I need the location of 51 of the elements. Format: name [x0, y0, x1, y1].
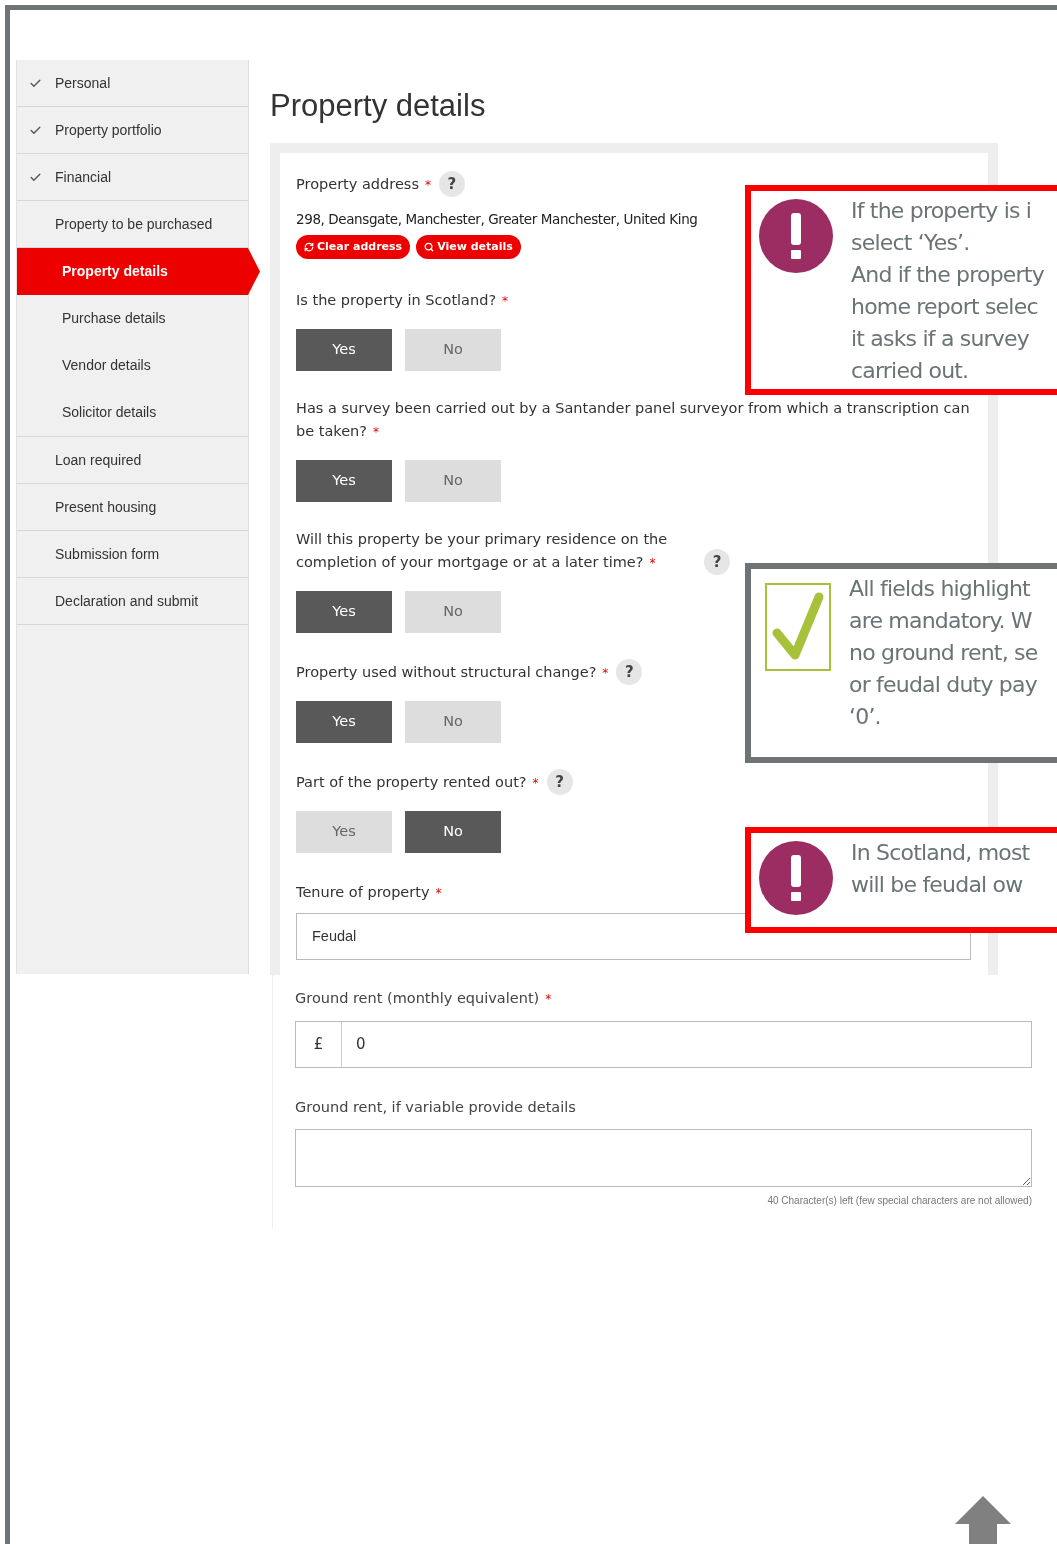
callout-text: If the property is i select ‘Yes’. And if the property home report selec it asks if a survey carried out. [851, 197, 1044, 385]
sidebar-item[interactable]: Declaration and submit [17, 578, 248, 625]
up-arrow-icon [955, 1496, 1011, 1544]
callout-text: In Scotland, most will be feudal ow [851, 839, 1030, 899]
field-label: Has a survey been carried out by a Santander panel surveyor from which a transcription can be taken? * [296, 399, 971, 441]
field-label: Property used without structural change? * [296, 663, 609, 682]
sidebar-item[interactable]: Loan required [17, 437, 248, 484]
sidebar-item[interactable]: Submission form [17, 531, 248, 578]
choice-button[interactable]: Yes [296, 460, 392, 502]
help-icon[interactable]: ? [616, 659, 643, 685]
sidebar-item[interactable]: Financial [17, 154, 248, 201]
choice-button[interactable]: Yes [296, 701, 392, 743]
field-label: Property address * [296, 175, 431, 194]
exclamation-icon [759, 841, 833, 915]
help-icon[interactable]: ? [546, 769, 573, 795]
field-label: Ground rent, if variable provide details [295, 1098, 576, 1117]
sidebar-item[interactable]: Vendor details [17, 342, 248, 389]
currency-prefix: £ [296, 1022, 342, 1067]
checkmark-icon [765, 583, 831, 673]
choice-button[interactable]: Yes [296, 591, 392, 633]
sidebar-item[interactable]: Property details [17, 248, 260, 295]
choice-button[interactable]: No [405, 591, 501, 633]
sidebar-item[interactable]: Property portfolio [17, 107, 248, 154]
details-field[interactable] [295, 1129, 1032, 1187]
choice-button[interactable]: No [405, 811, 501, 853]
choice-button[interactable]: No [405, 329, 501, 371]
exclamation-icon [759, 199, 833, 273]
field-label: Part of the property rented out? * [296, 773, 539, 792]
choice-button[interactable]: Yes [296, 811, 392, 853]
sidebar-item[interactable]: Personal [17, 60, 248, 107]
choice-button[interactable]: No [405, 701, 501, 743]
sidebar-item[interactable]: Solicitor details [17, 389, 248, 436]
help-icon[interactable]: ? [704, 549, 730, 575]
field-label: Ground rent (monthly equivalent) * [295, 989, 552, 1008]
view-details-button[interactable]: View details [416, 235, 521, 259]
search-icon [424, 242, 435, 252]
choice-button[interactable]: Yes [296, 329, 392, 371]
field-label: Tenure of property * [296, 883, 442, 902]
address-text: 298, Deansgate, Manchester, Greater Manchester, United King [296, 210, 698, 229]
refresh-icon [304, 242, 314, 252]
page-title: Property details [270, 87, 487, 125]
sidebar-item[interactable]: Present housing [17, 484, 248, 531]
field-label: Will this property be your primary residence on the completion of your mortgage or at a later time? * [296, 530, 669, 572]
sidebar-item[interactable]: Purchase details [17, 295, 248, 342]
field-label: Is the property in Scotland? * [296, 291, 509, 310]
help-icon[interactable]: ? [438, 171, 465, 197]
choice-button[interactable]: No [405, 460, 501, 502]
ground-rent-field[interactable]: £ 0 [295, 1021, 1032, 1068]
character-counter: 40 Character(s) left (few special characters are not allowed) [766, 1194, 1032, 1208]
callout-text: All fields highlight are mandatory. W no ground rent, se or feudal duty pay ‘0’. [849, 575, 1038, 731]
clear-address-button[interactable]: Clear address [296, 235, 411, 259]
